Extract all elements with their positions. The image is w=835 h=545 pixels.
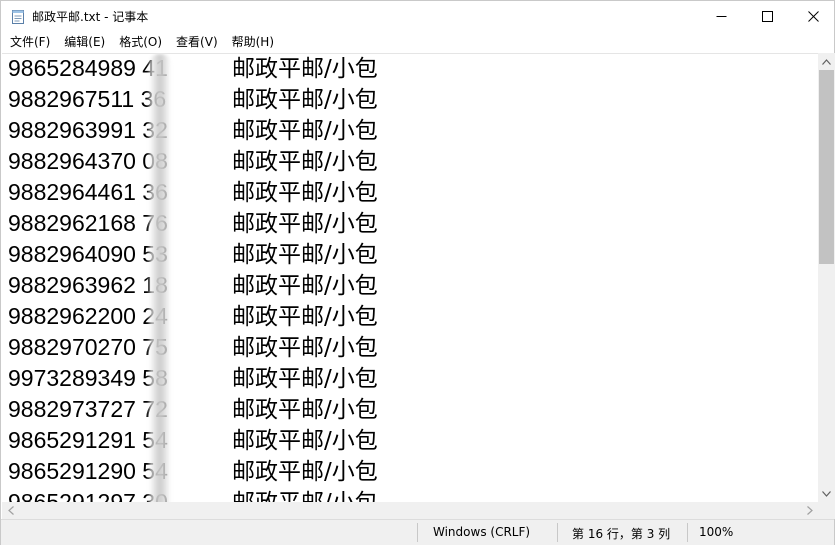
shipping-method: 邮政平邮/小包 [232,87,378,113]
status-divider [417,523,418,542]
shipping-method: 邮政平邮/小包 [232,118,378,144]
horizontal-scrollbar[interactable] [2,502,818,519]
shipping-method: 邮政平邮/小包 [232,149,378,175]
chevron-right-icon [806,506,813,515]
notepad-window: 邮政平邮.txt - 记事本 文件(F) 编辑(E) 格式(O) 查看(V) 帮… [0,0,835,545]
shipping-method: 邮政平邮/小包 [232,211,378,237]
shipping-method: 邮政平邮/小包 [232,180,378,206]
tracking-number: 9882964370 08 [8,148,168,174]
status-divider [687,523,688,542]
text-line: 9865291297 30 邮政平邮/小包 [8,487,378,502]
minimize-icon [716,16,726,17]
tracking-number: 9865291290 54 [8,458,168,484]
text-line: 9882964461 36 邮政平邮/小包 [8,177,378,208]
text-editor[interactable]: 9865284989 41 邮政平邮/小包 9882967511 36 邮政平邮/小… [2,53,818,502]
scrollbar-corner [818,502,835,519]
shipping-method: 邮政平邮/小包 [232,304,378,330]
chevron-up-icon [822,58,831,65]
status-bar: Windows (CRLF) 第 16 行，第 3 列 100% [1,519,834,545]
shipping-method: 邮政平邮/小包 [232,366,378,392]
notepad-icon [11,9,25,25]
line-ending-status: Windows (CRLF) [433,525,531,539]
shipping-method: 邮政平邮/小包 [232,459,378,485]
tracking-number: 9865284989 41 [8,55,168,81]
maximize-button[interactable] [744,1,790,32]
minimize-button[interactable] [698,1,744,32]
text-line: 9882964090 53 邮政平邮/小包 [8,239,378,270]
menu-view[interactable]: 查看(V) [169,32,225,52]
tracking-number: 9865291297 30 [8,489,168,502]
tracking-number: 9973289349 58 [8,365,168,391]
shipping-method: 邮政平邮/小包 [232,397,378,423]
text-line: 9882963962 18 邮政平邮/小包 [8,270,378,301]
tracking-number: 9882963962 18 [8,272,168,298]
close-button[interactable] [790,1,835,32]
status-divider [557,523,558,542]
tracking-number: 9882967511 36 [8,86,167,112]
menu-bar: 文件(F) 编辑(E) 格式(O) 查看(V) 帮助(H) [1,32,834,52]
cursor-position-status: 第 16 行，第 3 列 [572,527,671,541]
menu-edit[interactable]: 编辑(E) [57,32,112,52]
tracking-number: 9882973727 72 [8,396,168,422]
menu-help[interactable]: 帮助(H) [225,32,281,52]
text-line: 9973289349 58 邮政平邮/小包 [8,363,378,394]
tracking-number: 9882970270 75 [8,334,168,360]
scroll-down-button[interactable] [818,485,835,502]
scroll-up-button[interactable] [818,53,835,70]
vertical-scroll-thumb[interactable] [819,70,834,264]
text-line: 9882973727 72 邮政平邮/小包 [8,394,378,425]
text-line: 9882962200 24 邮政平邮/小包 [8,301,378,332]
text-line: 9865291290 54 邮政平邮/小包 [8,456,378,487]
text-line: 9882964370 08 邮政平邮/小包 [8,146,378,177]
shipping-method: 邮政平邮/小包 [232,273,378,299]
menu-format[interactable]: 格式(O) [112,32,169,52]
shipping-method: 邮政平邮/小包 [232,335,378,361]
text-line: 9865291291 54 邮政平邮/小包 [8,425,378,456]
zoom-status: 100% [699,525,734,539]
shipping-method: 邮政平邮/小包 [232,428,378,454]
text-line: 9882962168 76 邮政平邮/小包 [8,208,378,239]
text-line: 9882967511 36 邮政平邮/小包 [8,84,378,115]
menu-file[interactable]: 文件(F) [3,32,57,52]
close-icon [807,11,819,22]
tracking-number: 9865291291 54 [8,427,168,453]
tracking-number: 9882962200 24 [8,303,168,329]
tracking-number: 9882963991 32 [8,117,168,143]
shipping-method: 邮政平邮/小包 [232,242,378,268]
shipping-method: 邮政平邮/小包 [232,56,378,82]
shipping-method: 邮政平邮/小包 [232,488,378,502]
title-bar[interactable]: 邮政平邮.txt - 记事本 [1,1,834,32]
text-line: 9882963991 32 邮政平邮/小包 [8,115,378,146]
chevron-left-icon [7,506,14,515]
text-line: 9882970270 75 邮政平邮/小包 [8,332,378,363]
tracking-number: 9882964461 36 [8,179,168,205]
chevron-down-icon [822,490,831,497]
scroll-right-button[interactable] [801,502,818,519]
maximize-icon [761,11,773,22]
tracking-number: 9882962168 76 [8,210,168,236]
vertical-scrollbar[interactable] [818,53,835,502]
window-title: 邮政平邮.txt - 记事本 [32,10,149,24]
tracking-number: 9882964090 53 [8,241,168,267]
scroll-left-button[interactable] [2,502,19,519]
redaction-blur [149,54,171,502]
text-line: 9865284989 41 邮政平邮/小包 [8,54,378,84]
